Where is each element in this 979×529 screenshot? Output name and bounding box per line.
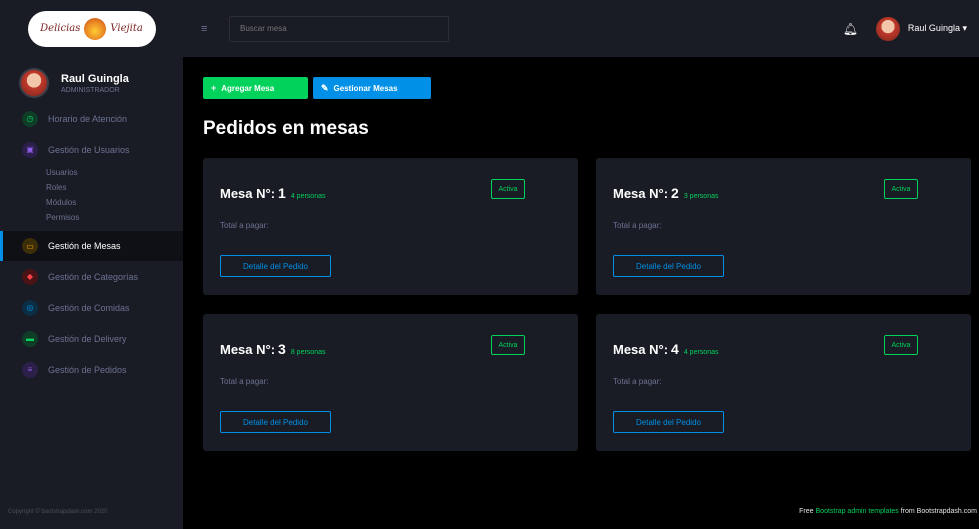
table-title-label: Mesa N°: <box>220 342 276 357</box>
truck-icon: ▬ <box>22 330 38 347</box>
manage-tables-button[interactable]: ✎ Gestionar Mesas <box>313 77 431 99</box>
topbar: ≡ 🔔︎ Raul Guingla ▾ <box>183 0 979 57</box>
sidebar: Delicias Viejita Raul Guingla ADMINISTRA… <box>0 0 183 529</box>
page-title: Pedidos en mesas <box>203 118 369 139</box>
status-badge: Activa <box>884 179 918 199</box>
table-title-label: Mesa N°: <box>220 186 276 201</box>
sidebar-item-comidas[interactable]: ◎ Gestión de Comidas <box>0 292 183 323</box>
sidebar-item-label: Horario de Atención <box>48 113 128 124</box>
table-title-label: Mesa N°: <box>613 342 669 357</box>
clock-icon: ◷ <box>22 110 38 127</box>
submenu-item-roles[interactable]: Roles <box>46 180 183 195</box>
sidebar-item-label: Gestión de Mesas <box>48 241 121 251</box>
profile-name: Raul Guingla <box>61 72 129 85</box>
bell-icon[interactable]: 🔔︎ <box>843 22 858 36</box>
submenu-item-usuarios[interactable]: Usuarios <box>46 165 183 180</box>
footer-prefix: Free <box>799 508 814 515</box>
submenu-item-permisos[interactable]: Permisos <box>46 210 183 225</box>
order-detail-button[interactable]: Detalle del Pedido <box>613 411 724 433</box>
sidebar-nav: ◷ Horario de Atención ▣ Gestión de Usuar… <box>0 103 183 385</box>
search-input[interactable] <box>229 15 449 42</box>
footer-link[interactable]: Bootstrap admin templates <box>816 508 899 515</box>
main-content: + Agregar Mesa ✎ Gestionar Mesas Pedidos… <box>183 57 979 529</box>
user-menu[interactable]: Raul Guingla ▾ <box>908 23 967 34</box>
sidebar-item-delivery[interactable]: ▬ Gestión de Delivery <box>0 323 183 354</box>
table-people: 4 personas <box>683 349 719 356</box>
table-number: 2 <box>671 185 679 201</box>
table-people: 8 personas <box>290 349 326 356</box>
add-table-label: Agregar Mesa <box>221 83 275 93</box>
table-card-title: Mesa N°: 3 8 personas <box>220 341 325 357</box>
table-card-title: Mesa N°: 4 4 personas <box>613 341 718 357</box>
table-card: Mesa N°: 1 4 personas Activa Total a pag… <box>203 158 578 295</box>
sidebar-item-label: Gestión de Pedidos <box>48 364 127 375</box>
table-card-title: Mesa N°: 2 3 personas <box>613 185 718 201</box>
sidebar-profile[interactable]: Raul Guingla ADMINISTRADOR <box>0 57 183 103</box>
avatar <box>19 68 49 98</box>
table-card: Mesa N°: 4 4 personas Activa Total a pag… <box>596 314 971 451</box>
manage-tables-label: Gestionar Mesas <box>333 83 398 93</box>
sidebar-item-horario[interactable]: ◷ Horario de Atención <box>0 103 183 134</box>
sidebar-item-categorias[interactable]: ◆ Gestión de Categorías <box>0 261 183 292</box>
list-icon: ≡ <box>22 361 38 378</box>
action-bar: + Agregar Mesa ✎ Gestionar Mesas <box>203 77 431 99</box>
user-name: Raul Guingla <box>907 23 960 33</box>
total-label: Total a pagar: <box>613 377 662 386</box>
total-label: Total a pagar: <box>613 221 662 230</box>
sidebar-item-label: Gestión de Delivery <box>48 333 127 344</box>
flame-icon <box>84 17 107 40</box>
table-card-title: Mesa N°: 1 4 personas <box>220 185 325 201</box>
total-label: Total a pagar: <box>220 377 269 386</box>
sidebar-item-mesas[interactable]: ▭ Gestión de Mesas <box>0 231 183 261</box>
plus-icon: + <box>211 83 217 93</box>
profile-role: ADMINISTRADOR <box>61 86 120 94</box>
order-detail-button[interactable]: Detalle del Pedido <box>220 255 331 277</box>
table-people: 4 personas <box>290 193 326 200</box>
table-people: 3 personas <box>683 193 719 200</box>
sidebar-item-label: Gestión de Comidas <box>48 302 130 313</box>
table-card: Mesa N°: 3 8 personas Activa Total a pag… <box>203 314 578 451</box>
add-table-button[interactable]: + Agregar Mesa <box>203 77 308 99</box>
pencil-icon: ✎ <box>321 82 329 93</box>
sidebar-item-pedidos[interactable]: ≡ Gestión de Pedidos <box>0 354 183 385</box>
status-badge: Activa <box>491 179 525 199</box>
table-icon: ▭ <box>22 238 38 254</box>
total-label: Total a pagar: <box>220 221 269 230</box>
table-number: 1 <box>278 185 286 201</box>
menu-toggle-icon[interactable]: ≡ <box>201 23 215 35</box>
user-icon: ▣ <box>22 141 38 158</box>
tag-icon: ◆ <box>22 268 38 285</box>
copyright-text: Copyright © bootstrapdash.com 2020 <box>8 509 108 515</box>
footer-credit: Free Bootstrap admin templates from Boot… <box>799 508 977 515</box>
status-badge: Activa <box>491 335 525 355</box>
chevron-down-icon: ▾ <box>962 23 967 33</box>
sidebar-submenu: Usuarios Roles Módulos Permisos <box>0 165 183 225</box>
sidebar-item-label: Gestión de Usuarios <box>48 144 130 155</box>
brand[interactable]: Delicias Viejita <box>0 0 183 57</box>
food-icon: ◎ <box>22 299 38 316</box>
status-badge: Activa <box>884 335 918 355</box>
submenu-item-modulos[interactable]: Módulos <box>46 195 183 210</box>
order-detail-button[interactable]: Detalle del Pedido <box>613 255 724 277</box>
order-detail-button[interactable]: Detalle del Pedido <box>220 411 331 433</box>
table-card: Mesa N°: 2 3 personas Activa Total a pag… <box>596 158 971 295</box>
sidebar-item-label: Gestión de Categorías <box>48 271 139 282</box>
sidebar-item-usuarios[interactable]: ▣ Gestión de Usuarios <box>0 134 183 165</box>
table-number: 4 <box>671 341 679 357</box>
table-title-label: Mesa N°: <box>613 186 669 201</box>
avatar[interactable] <box>875 16 900 41</box>
footer-suffix: from Bootstrapdash.com <box>900 508 977 515</box>
brand-logo[interactable]: Delicias Viejita <box>27 10 156 47</box>
brand-text-right: Viejita <box>110 23 143 34</box>
brand-text-left: Delicias <box>40 23 81 34</box>
table-number: 3 <box>278 341 286 357</box>
